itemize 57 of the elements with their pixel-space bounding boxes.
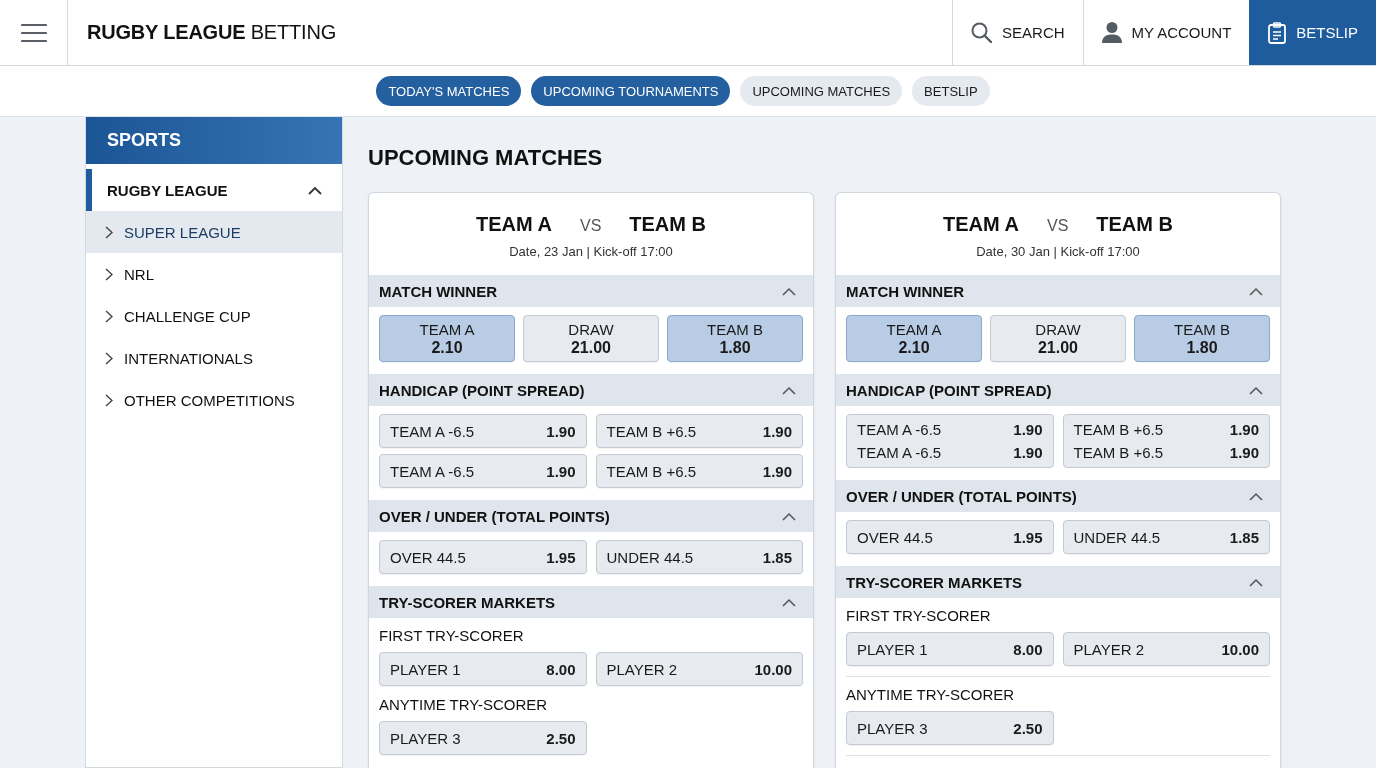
team-name: TEAM A (476, 212, 552, 237)
odds-button[interactable]: PLAYER 2 10.00 (595, 652, 803, 686)
odds-button[interactable]: PLAYER 2 10.00 (1062, 632, 1270, 666)
odds-button[interactable]: PLAYER 1 8.00 (846, 632, 1054, 666)
market-subtitle: FIRST TRY-SCORER (379, 627, 525, 645)
odds-button[interactable]: TEAM A -6.5 1.90 (379, 414, 587, 448)
market-header[interactable]: TRY-SCORER MARKETS (369, 586, 813, 618)
team-name: TEAM B (1096, 212, 1173, 237)
search-icon (971, 22, 993, 43)
nav-tab[interactable]: UPCOMING TOURNAMENTS (531, 76, 731, 106)
site-title: RUGBY LEAGUE BETTING (87, 21, 336, 44)
odds-button[interactable]: TEAM B 1.80 (1134, 315, 1270, 362)
nav-tab[interactable]: UPCOMING MATCHES (740, 76, 903, 106)
market-header[interactable]: OVER / UNDER (TOTAL POINTS) (836, 480, 1280, 512)
odds-button[interactable]: PLAYER 1 8.00 (379, 652, 587, 686)
nav-tab[interactable]: BETSLIP (912, 76, 990, 106)
market-subtitle: FIRST TRY-SCORER (846, 607, 992, 625)
market-header[interactable]: MATCH WINNER (836, 275, 1280, 307)
team-name: TEAM A (943, 212, 1019, 237)
market-header[interactable]: OVER / UNDER (TOTAL POINTS) (369, 500, 813, 532)
odds-button[interactable]: TEAM A -6.5 1.90 (857, 418, 1043, 441)
odds-button[interactable]: OVER 44.5 1.95 (846, 520, 1054, 554)
versus-label: VS (1046, 217, 1069, 235)
odds-button[interactable]: PLAYER 3 2.50 (846, 711, 1054, 745)
team-name: TEAM B (629, 212, 706, 237)
odds-button[interactable]: TEAM A -6.5 1.90 (379, 454, 587, 488)
odds-button[interactable]: TEAM B +6.5 1.90 (595, 454, 803, 488)
market-header[interactable]: MATCH WINNER (369, 275, 813, 307)
market-subtitle: ANYTIME TRY-SCORER (379, 696, 549, 714)
sidebar-item[interactable]: SUPER LEAGUE (86, 211, 342, 253)
odds-button[interactable]: TEAM B +6.5 1.90 (1073, 441, 1259, 464)
market-header[interactable]: HANDICAP (POINT SPREAD) (369, 374, 813, 406)
odds-button[interactable]: TEAM B +6.5 1.90 (595, 414, 803, 448)
clipboard-icon (1268, 21, 1287, 44)
odds-button[interactable]: TEAM B +6.5 1.90 (1073, 418, 1259, 441)
market-subtitle: ANYTIME TRY-SCORER (846, 686, 1016, 704)
versus-label: VS (579, 217, 602, 235)
odds-button[interactable]: TEAM A -6.5 1.90 (857, 441, 1043, 464)
sidebar-title: SPORTS (86, 117, 342, 164)
market-header[interactable]: HANDICAP (POINT SPREAD) (836, 374, 1280, 406)
match-info: Date, 23 Jan | Kick-off 17:00 (508, 243, 674, 261)
odds-button[interactable]: OVER 44.5 1.95 (379, 540, 587, 574)
odds-button[interactable]: DRAW 21.00 (990, 315, 1126, 362)
odds-button[interactable]: UNDER 44.5 1.85 (595, 540, 803, 574)
menu-icon (20, 22, 47, 43)
odds-button[interactable]: DRAW 21.00 (523, 315, 659, 362)
user-icon (1101, 22, 1122, 43)
betslip-button[interactable]: BETSLIP (1249, 0, 1376, 65)
nav-tab[interactable]: TODAY'S MATCHES (376, 76, 522, 106)
odds-button[interactable]: TEAM B 1.80 (667, 315, 803, 362)
odds-button[interactable]: TEAM A 2.10 (846, 315, 982, 362)
market-header[interactable]: TRY-SCORER MARKETS (836, 566, 1280, 598)
odds-button[interactable]: TEAM A 2.10 (379, 315, 515, 362)
odds-button[interactable]: UNDER 44.5 1.85 (1062, 520, 1270, 554)
page-heading: UPCOMING MATCHES (368, 144, 604, 172)
odds-button[interactable]: PLAYER 3 2.50 (379, 721, 587, 755)
match-info: Date, 30 Jan | Kick-off 17:00 (975, 243, 1141, 261)
